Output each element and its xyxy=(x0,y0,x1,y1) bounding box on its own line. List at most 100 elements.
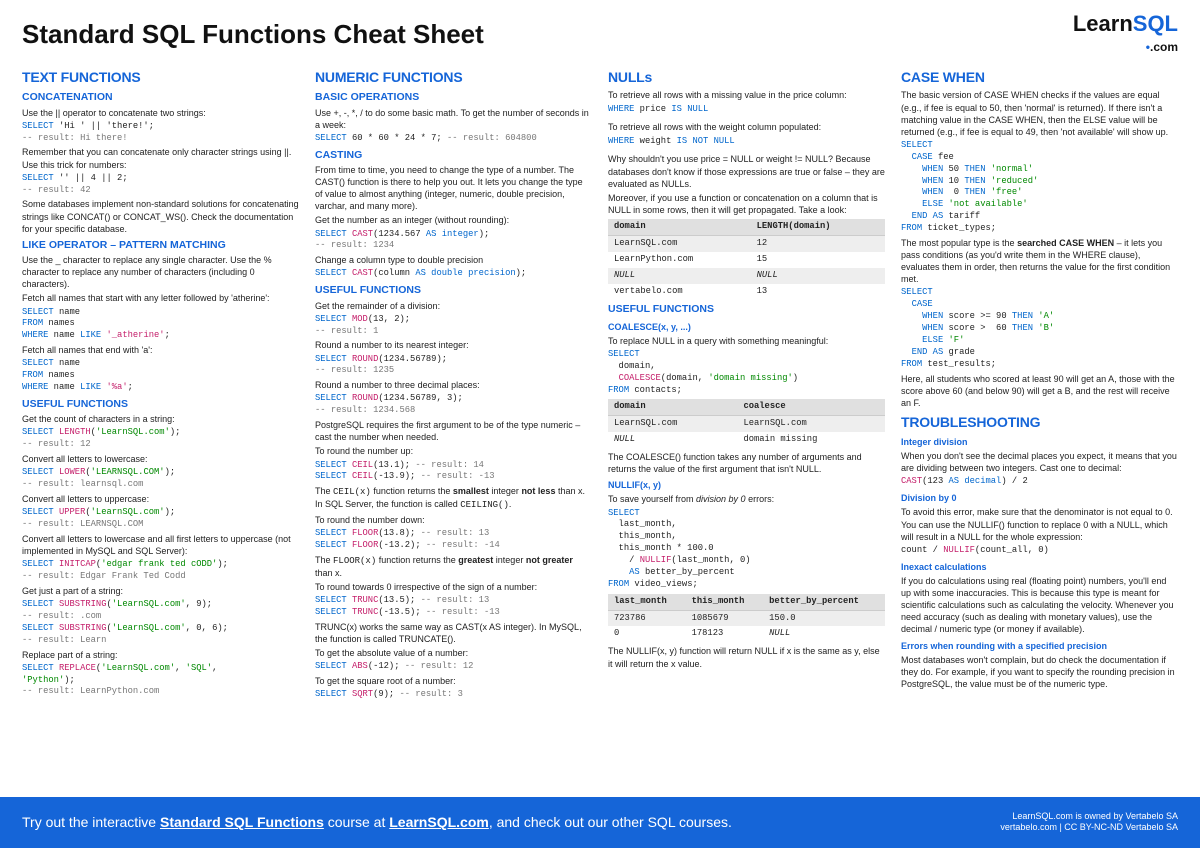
code-block: SELECT ABS(-12); -- result: 12 xyxy=(315,661,592,673)
code-block: SELECT CAST(column AS double precision); xyxy=(315,268,592,280)
text: To round the number down: xyxy=(315,514,592,526)
heading-useful-null: USEFUL FUNCTIONS xyxy=(608,302,885,316)
text: Use the || operator to concatenate two s… xyxy=(22,107,299,119)
code-block: SELECT CEIL(13.1); -- result: 14 SELECT … xyxy=(315,460,592,484)
text: To save yourself from division by 0 erro… xyxy=(608,493,885,505)
code-block: SELECT SUBSTRING('LearnSQL.com', 9); -- … xyxy=(22,599,299,647)
table-row: LearnSQL.comLearnSQL.com xyxy=(608,416,885,432)
table-row: LearnSQL.com12 xyxy=(608,235,885,251)
table-row: 7237861085679150.0 xyxy=(608,610,885,626)
text: Most databases won't complain, but do ch… xyxy=(901,654,1178,690)
text: Remember that you can concatenate only c… xyxy=(22,146,299,170)
col-nulls: NULLs To retrieve all rows with a missin… xyxy=(608,64,885,702)
code-block: SELECT name FROM names WHERE name LIKE '… xyxy=(22,358,299,394)
table-row: 0178123NULL xyxy=(608,626,885,642)
logo: LearnSQL •.com xyxy=(1073,14,1178,54)
text: Use +, -, *, / to do some basic math. To… xyxy=(315,107,592,131)
text: Round a number to its nearest integer: xyxy=(315,339,592,351)
text: Round a number to three decimal places: xyxy=(315,379,592,391)
table-length-domain: domainLENGTH(domain) LearnSQL.com12 Lear… xyxy=(608,219,885,299)
col-case-when: CASE WHEN The basic version of CASE WHEN… xyxy=(901,64,1178,702)
text: To round the number up: xyxy=(315,445,592,457)
heading-div-zero: Division by 0 xyxy=(901,492,1178,504)
header: Standard SQL Functions Cheat Sheet Learn… xyxy=(0,0,1200,64)
heading-useful-numeric: USEFUL FUNCTIONS xyxy=(315,283,592,297)
code-block: SELECT INITCAP('edgar frank ted cODD'); … xyxy=(22,559,299,583)
footer-link-course[interactable]: Standard SQL Functions xyxy=(160,814,324,830)
table-row: NULLdomain missing xyxy=(608,432,885,448)
code-block: SELECT TRUNC(13.5); -- result: 13 SELECT… xyxy=(315,595,592,619)
content-columns: TEXT FUNCTIONS CONCATENATION Use the || … xyxy=(0,64,1200,702)
footer-link-site[interactable]: LearnSQL.com xyxy=(389,814,489,830)
page-title: Standard SQL Functions Cheat Sheet xyxy=(22,19,484,50)
code-block: WHERE weight IS NOT NULL xyxy=(608,136,885,148)
text: Replace part of a string: xyxy=(22,649,299,661)
text: The most popular type is the searched CA… xyxy=(901,237,1178,286)
footer-credits: LearnSQL.com is owned by Vertabelo SA ve… xyxy=(1000,811,1178,834)
heading-rounding-errors: Errors when rounding with a specified pr… xyxy=(901,640,1178,652)
text: To round towards 0 irrespective of the s… xyxy=(315,581,592,593)
text: Get the remainder of a division: xyxy=(315,300,592,312)
table-nullif: last_monththis_monthbetter_by_percent 72… xyxy=(608,594,885,643)
text: Use the _ character to replace any singl… xyxy=(22,254,299,290)
text: When you don't see the decimal places yo… xyxy=(901,450,1178,474)
heading-text-functions: TEXT FUNCTIONS xyxy=(22,68,299,87)
text: Convert all letters to lowercase: xyxy=(22,453,299,465)
heading-like: LIKE OPERATOR – PATTERN MATCHING xyxy=(22,238,299,252)
heading-inexact: Inexact calculations xyxy=(901,561,1178,573)
text: The FLOOR(x) function returns the greate… xyxy=(315,554,592,579)
text: Some databases implement non-standard so… xyxy=(22,198,299,234)
text: Convert all letters to lowercase and all… xyxy=(22,533,299,557)
text: If you do calculations using real (float… xyxy=(901,575,1178,636)
table-coalesce: domaincoalesce LearnSQL.comLearnSQL.com … xyxy=(608,399,885,448)
text: Moreover, if you use a function or conca… xyxy=(608,192,885,216)
text: To retrieve all rows with the weight col… xyxy=(608,121,885,133)
table-row: LearnPython.com15 xyxy=(608,252,885,268)
text: Why shouldn't you use price = NULL or we… xyxy=(608,153,885,189)
code-block: SELECT domain, COALESCE(domain, 'domain … xyxy=(608,349,885,397)
text: Get the count of characters in a string: xyxy=(22,413,299,425)
code-block: SELECT LOWER('LEARNSQL.COM'); -- result:… xyxy=(22,467,299,491)
text: The basic version of CASE WHEN checks if… xyxy=(901,89,1178,138)
text: To replace NULL in a query with somethin… xyxy=(608,335,885,347)
col-numeric-functions: NUMERIC FUNCTIONS BASIC OPERATIONS Use +… xyxy=(315,64,592,702)
code-block: SELECT FLOOR(13.8); -- result: 13 SELECT… xyxy=(315,528,592,552)
text: To avoid this error, make sure that the … xyxy=(901,506,1178,542)
text: To retrieve all rows with a missing valu… xyxy=(608,89,885,101)
text: Get the number as an integer (without ro… xyxy=(315,214,592,226)
text: From time to time, you need to change th… xyxy=(315,164,592,213)
text: The NULLIF(x, y) function will return NU… xyxy=(608,645,885,669)
heading-nullif: NULLIF(x, y) xyxy=(608,479,885,491)
heading-numeric-functions: NUMERIC FUNCTIONS xyxy=(315,68,592,87)
heading-useful-text: USEFUL FUNCTIONS xyxy=(22,397,299,411)
heading-troubleshooting: TROUBLESHOOTING xyxy=(901,413,1178,432)
text: Change a column type to double precision xyxy=(315,254,592,266)
heading-concatenation: CONCATENATION xyxy=(22,90,299,104)
code-block: SELECT SQRT(9); -- result: 3 xyxy=(315,689,592,701)
code-block: SELECT MOD(13, 2); -- result: 1 xyxy=(315,314,592,338)
footer-cta: Try out the interactive Standard SQL Fun… xyxy=(22,814,732,830)
code-block: SELECT '' || 4 || 2; -- result: 42 xyxy=(22,173,299,197)
heading-basic-ops: BASIC OPERATIONS xyxy=(315,90,592,104)
code-block: SELECT LENGTH('LearnSQL.com'); -- result… xyxy=(22,427,299,451)
col-text-functions: TEXT FUNCTIONS CONCATENATION Use the || … xyxy=(22,64,299,702)
text: Get just a part of a string: xyxy=(22,585,299,597)
text: Fetch all names that start with any lett… xyxy=(22,292,299,304)
text: The COALESCE() function takes any number… xyxy=(608,451,885,475)
text: Fetch all names that end with 'a': xyxy=(22,344,299,356)
text: Convert all letters to uppercase: xyxy=(22,493,299,505)
table-row: vertabelo.com13 xyxy=(608,284,885,300)
text: PostgreSQL requires the first argument t… xyxy=(315,419,592,443)
code-block: SELECT ROUND(1234.56789, 3); -- result: … xyxy=(315,393,592,417)
code-block: SELECT ROUND(1234.56789); -- result: 123… xyxy=(315,354,592,378)
code-block: SELECT REPLACE('LearnSQL.com', 'SQL', 'P… xyxy=(22,663,299,699)
table-row: NULLNULL xyxy=(608,268,885,284)
heading-coalesce: COALESCE(x, y, ...) xyxy=(608,321,885,333)
heading-nulls: NULLs xyxy=(608,68,885,87)
heading-int-division: Integer division xyxy=(901,436,1178,448)
footer: Try out the interactive Standard SQL Fun… xyxy=(0,797,1200,848)
code-block: SELECT CASE fee WHEN 50 THEN 'normal' WH… xyxy=(901,140,1178,235)
heading-case-when: CASE WHEN xyxy=(901,68,1178,87)
text: To get the square root of a number: xyxy=(315,675,592,687)
code-block: SELECT CASE WHEN score >= 90 THEN 'A' WH… xyxy=(901,287,1178,370)
